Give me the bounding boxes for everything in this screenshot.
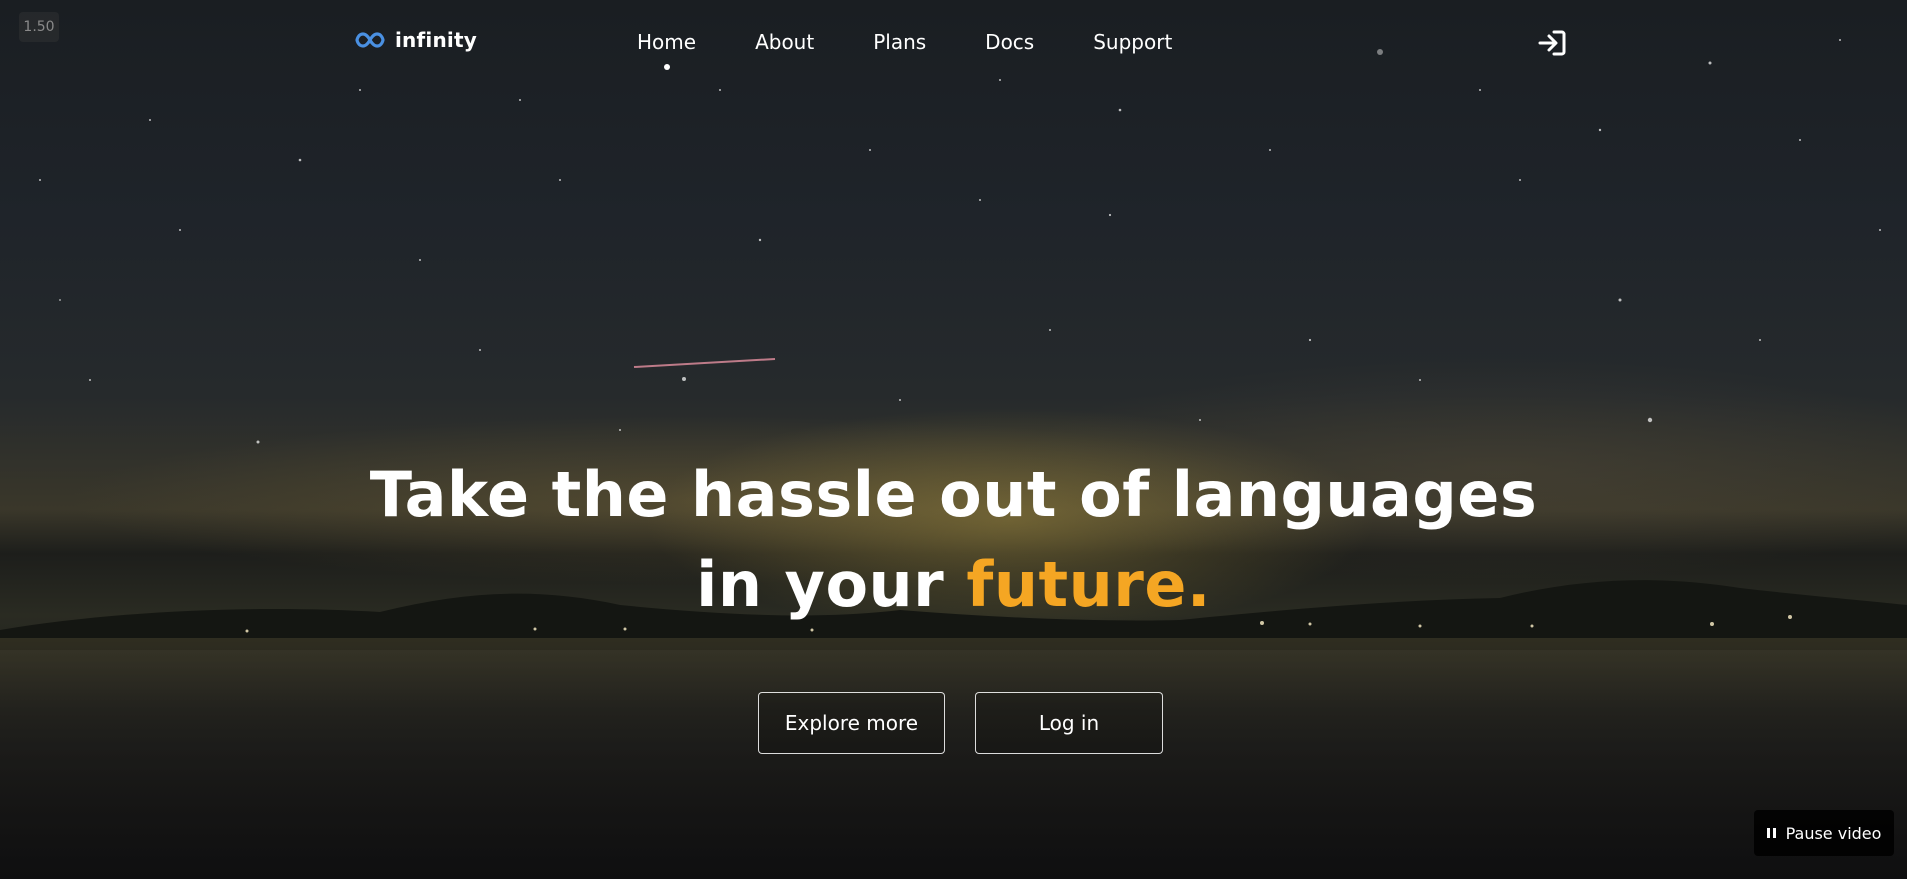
infinity-icon — [355, 32, 385, 48]
nav-item-label: Plans — [873, 30, 927, 54]
brand-logo[interactable]: infinity — [355, 28, 477, 52]
nav-item-about[interactable]: About — [755, 30, 814, 54]
pause-icon — [1766, 828, 1776, 838]
log-in-button[interactable]: Log in — [975, 692, 1163, 754]
hero-headline-line2: in your future. — [0, 548, 1907, 621]
nav-item-plans[interactable]: Plans — [873, 30, 926, 54]
explore-more-button[interactable]: Explore more — [758, 692, 945, 754]
hero-headline-accent: future. — [966, 548, 1211, 621]
pause-video-button[interactable]: Pause video — [1754, 810, 1894, 856]
nav-item-label: Support — [1093, 30, 1173, 54]
video-timestamp: 1.50 — [19, 12, 59, 42]
nav-item-label: Docs — [985, 30, 1035, 54]
hero-headline-prefix: in your — [696, 548, 967, 621]
nav-item-label: Home — [637, 30, 697, 54]
hero-section: 1.50 infinity Home About Plans Docs Supp… — [0, 0, 1907, 879]
nav-item-home[interactable]: Home — [637, 30, 697, 70]
brand-name: infinity — [395, 28, 477, 52]
nav-item-docs[interactable]: Docs — [985, 30, 1034, 54]
nav-item-label: About — [755, 30, 815, 54]
hero-headline-line1: Take the hassle out of languages — [369, 458, 1538, 531]
pause-video-label: Pause video — [1785, 823, 1882, 843]
main-navigation: Home About Plans Docs Support — [637, 30, 1172, 70]
nav-item-support[interactable]: Support — [1093, 30, 1172, 54]
sign-in-icon[interactable] — [1538, 30, 1566, 56]
active-indicator-dot — [663, 64, 670, 70]
lake-reflection — [0, 638, 1907, 879]
